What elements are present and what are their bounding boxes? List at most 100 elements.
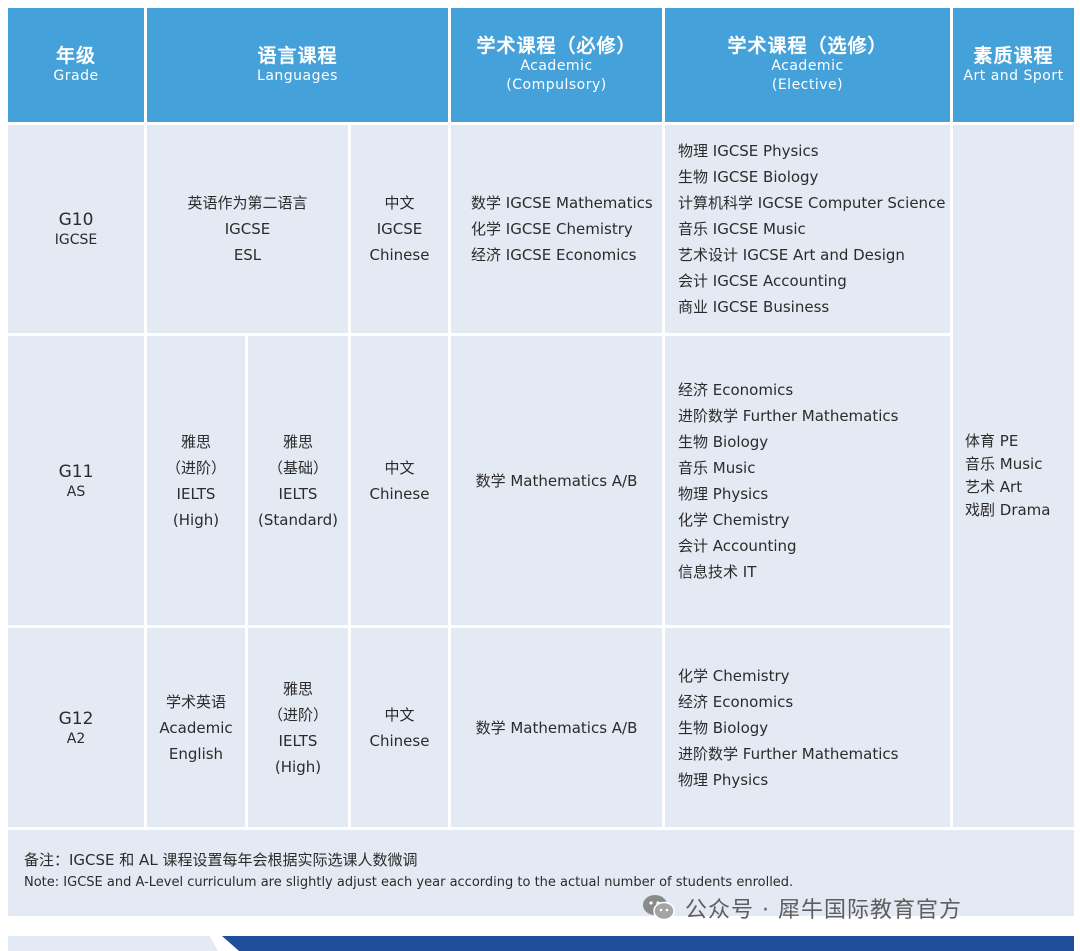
- sport-cell: 体育 PE 音乐 Music 艺术 Art 戏剧 Drama: [953, 125, 1074, 827]
- g10-lang-line: IGCSE: [224, 220, 271, 238]
- g12-lang2-line: （进阶）: [267, 705, 328, 724]
- footer-bar-dark: [222, 936, 1074, 951]
- g12-grade-cell: G12 A2: [8, 628, 144, 827]
- g12-lang1-line: English: [168, 744, 224, 763]
- header-elective: 学术课程（选修） Academic (Elective): [665, 8, 950, 122]
- g10-lang-line: ESL: [233, 246, 262, 264]
- g11-chinese-line: Chinese: [369, 484, 430, 503]
- header-compulsory-zh: 学术课程（必修）: [476, 35, 637, 57]
- course-item: 数学 Mathematics A/B: [475, 471, 638, 490]
- g12-lang1-line: 学术英语: [165, 692, 226, 711]
- watermark: 公众号 · 犀牛国际教育官方: [641, 888, 962, 928]
- g11-lang2-line: 雅思: [282, 432, 313, 451]
- course-item: 艺术设计 IGCSE Art and Design: [678, 246, 905, 264]
- course-item: 物理 Physics: [678, 770, 769, 789]
- g10-grade-sub: IGCSE: [54, 232, 98, 248]
- course-item: 生物 Biology: [678, 432, 769, 451]
- g10-chinese-cell: 中文 IGCSE Chinese: [351, 125, 448, 333]
- header-grade-en: Grade: [53, 67, 99, 84]
- course-item: 化学 Chemistry: [678, 666, 790, 685]
- g12-lang2-line: 雅思: [282, 679, 313, 698]
- g12-lang1-line: Academic: [159, 718, 233, 737]
- g12-lang2-line: IELTS: [278, 731, 318, 750]
- g10-grade-cell: G10 IGCSE: [8, 125, 144, 333]
- course-item: 商业 IGCSE Business: [678, 298, 830, 316]
- course-item: 经济 IGCSE Economics: [471, 246, 637, 264]
- course-item: 数学 Mathematics A/B: [475, 718, 638, 737]
- course-item: 化学 Chemistry: [678, 510, 790, 529]
- header-sport-en: Art and Sport: [963, 67, 1064, 84]
- course-item: 生物 IGCSE Biology: [678, 168, 819, 186]
- header-languages-zh: 语言课程: [257, 44, 338, 67]
- course-item: 经济 Economics: [678, 692, 794, 711]
- g10-chinese-line: IGCSE: [376, 220, 423, 238]
- header-grade: 年级 Grade: [8, 8, 144, 122]
- g11-elective-cell: 经济 Economics 进阶数学 Further Mathematics 生物…: [665, 336, 950, 625]
- course-item: 进阶数学 Further Mathematics: [678, 744, 899, 763]
- g11-lang2-cell: 雅思 （基础） IELTS (Standard): [248, 336, 348, 625]
- sport-item: 戏剧 Drama: [965, 501, 1051, 519]
- course-item: 音乐 IGCSE Music: [678, 220, 806, 238]
- g11-lang1-cell: 雅思 （进阶） IELTS (High): [147, 336, 245, 625]
- g11-lang1-line: (High): [172, 510, 220, 529]
- note-zh: 备注：IGCSE 和 AL 课程设置每年会根据实际选课人数微调: [24, 851, 418, 869]
- g12-chinese-cell: 中文 Chinese: [351, 628, 448, 827]
- header-elective-en1: Academic: [771, 58, 844, 74]
- g11-lang2-line: IELTS: [278, 484, 318, 503]
- g11-compulsory-cell: 数学 Mathematics A/B: [451, 336, 662, 625]
- g11-lang2-line: （基础）: [267, 458, 328, 477]
- header-compulsory-en1: Academic: [520, 58, 593, 74]
- g12-grade: G12: [58, 708, 94, 729]
- g11-lang1-line: 雅思: [180, 432, 211, 451]
- g11-lang1-line: （进阶）: [165, 458, 226, 477]
- sport-item: 音乐 Music: [965, 455, 1043, 473]
- g10-grade: G10: [58, 210, 94, 230]
- header-compulsory-en2: (Compulsory): [506, 77, 607, 93]
- header-elective-en2: (Elective): [771, 77, 844, 93]
- g12-elective-cell: 化学 Chemistry 经济 Economics 生物 Biology 进阶数…: [665, 628, 950, 827]
- g12-lang2-cell: 雅思 （进阶） IELTS (High): [248, 628, 348, 827]
- sport-item: 艺术 Art: [965, 478, 1023, 496]
- course-item: 物理 Physics: [678, 484, 769, 503]
- g10-lang-cell: 英语作为第二语言 IGCSE ESL: [147, 125, 348, 333]
- g11-lang2-line: (Standard): [258, 510, 338, 529]
- g12-compulsory-cell: 数学 Mathematics A/B: [451, 628, 662, 827]
- g11-grade-cell: G11 AS: [8, 336, 144, 625]
- header-elective-zh: 学术课程（选修）: [727, 35, 888, 57]
- g11-lang1-line: IELTS: [176, 484, 216, 503]
- g10-lang-line: 英语作为第二语言: [187, 194, 308, 212]
- wechat-icon: [643, 895, 675, 921]
- course-item: 音乐 Music: [678, 458, 756, 477]
- g10-chinese-line: Chinese: [369, 246, 430, 264]
- footer-bar-light: [8, 936, 218, 951]
- course-item: 物理 IGCSE Physics: [678, 142, 819, 160]
- course-item: 数学 IGCSE Mathematics: [471, 194, 653, 212]
- course-item: 生物 Biology: [678, 718, 769, 737]
- course-item: 进阶数学 Further Mathematics: [678, 406, 899, 425]
- sport-item: 体育 PE: [965, 432, 1019, 450]
- header-sport: 素质课程 Art and Sport: [953, 8, 1074, 122]
- g10-chinese-line: 中文: [384, 194, 415, 212]
- course-item: 信息技术 IT: [678, 562, 757, 581]
- watermark-text: 公众号 · 犀牛国际教育官方: [685, 898, 962, 923]
- course-item: 会计 IGCSE Accounting: [678, 272, 847, 290]
- header-grade-zh: 年级: [55, 44, 96, 67]
- g11-grade-sub: AS: [66, 483, 86, 500]
- header-languages: 语言课程 Languages: [147, 8, 448, 122]
- g10-elective-cell: 物理 IGCSE Physics 生物 IGCSE Biology 计算机科学 …: [665, 125, 950, 333]
- course-item: 经济 Economics: [678, 380, 794, 399]
- course-item: 会计 Accounting: [678, 536, 797, 555]
- header-compulsory: 学术课程（必修） Academic (Compulsory): [451, 8, 662, 122]
- g12-grade-sub: A2: [66, 730, 86, 747]
- g10-compulsory-cell: 数学 IGCSE Mathematics 化学 IGCSE Chemistry …: [451, 125, 662, 333]
- g12-chinese-line: 中文: [384, 705, 415, 724]
- g11-grade: G11: [58, 461, 94, 482]
- course-item: 化学 IGCSE Chemistry: [471, 220, 633, 238]
- g12-lang2-line: (High): [274, 757, 322, 776]
- g11-chinese-line: 中文: [384, 458, 415, 477]
- g12-lang1-cell: 学术英语 Academic English: [147, 628, 245, 827]
- g12-chinese-line: Chinese: [369, 731, 430, 750]
- header-languages-en: Languages: [257, 67, 338, 84]
- g11-chinese-cell: 中文 Chinese: [351, 336, 448, 625]
- course-item: 计算机科学 IGCSE Computer Science: [678, 194, 946, 212]
